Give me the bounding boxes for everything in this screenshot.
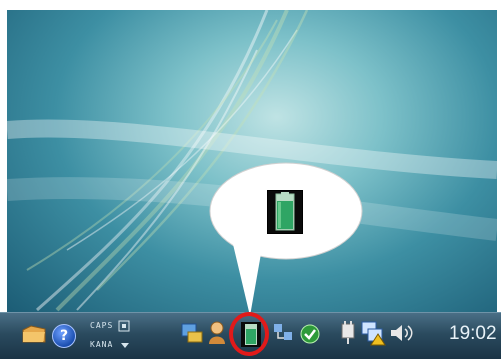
security-icon[interactable] (298, 322, 322, 346)
chevron-down-icon[interactable] (120, 341, 130, 349)
network-icon[interactable] (180, 320, 204, 346)
callout-bubble (209, 162, 363, 316)
taskbar-clock[interactable]: 19:02 (449, 323, 497, 345)
language-bar-icon[interactable] (118, 320, 130, 332)
user-icon[interactable] (206, 320, 228, 346)
highlight-ring (229, 312, 269, 356)
power-plug-icon[interactable] (338, 320, 358, 346)
caps-label[interactable]: CAPS (90, 321, 113, 330)
kana-label[interactable]: KANA (90, 340, 113, 349)
network-warning-icon[interactable] (360, 320, 386, 346)
battery-meter-icon (267, 190, 303, 234)
help-icon[interactable]: ? (52, 324, 76, 348)
speaker-icon[interactable] (388, 321, 414, 345)
network-status-icon[interactable] (272, 320, 294, 346)
help-icon-glyph: ? (59, 328, 69, 344)
screen: ? CAPS KANA 19:02 (0, 0, 501, 359)
folder-icon[interactable] (20, 320, 48, 348)
